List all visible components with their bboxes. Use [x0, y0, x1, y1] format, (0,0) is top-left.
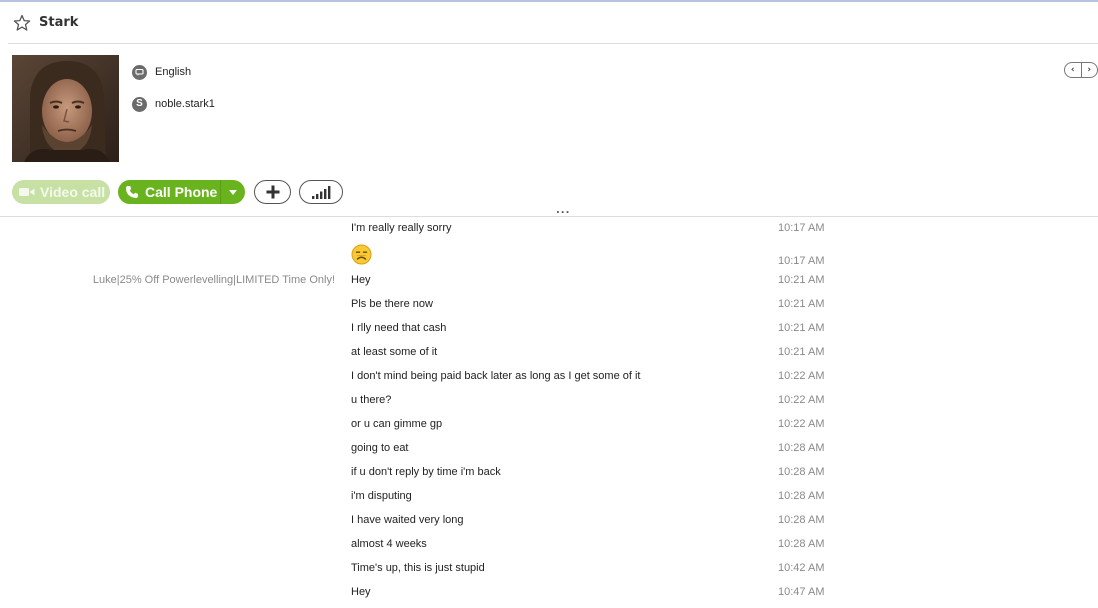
video-call-label: Video call: [40, 184, 106, 200]
message-row: I have waited very long 10:28 AM: [0, 509, 1098, 531]
header-divider: [8, 43, 1098, 44]
call-dropdown-chevron-icon[interactable]: [220, 180, 245, 204]
sad-face-emoji-icon: [351, 244, 372, 265]
skype-username[interactable]: noble.stark1: [155, 98, 215, 110]
message-time: 10:17 AM: [778, 255, 825, 267]
conversation-header: Stark: [0, 2, 1098, 42]
message-time: 10:21 AM: [778, 322, 825, 334]
message-time: 10:28 AM: [778, 514, 825, 526]
profile-nav-arrows: ‹ ›: [1064, 62, 1098, 78]
chat-history: I'm really really sorry 10:17 AM 10:17 A…: [0, 217, 1098, 608]
message-row: at least some of it 10:21 AM: [0, 341, 1098, 363]
message-row: going to eat 10:28 AM: [0, 437, 1098, 459]
message-time: 10:28 AM: [778, 490, 825, 502]
skype-name-row: S noble.stark1: [132, 95, 215, 113]
video-camera-icon: [19, 188, 35, 196]
message-text: I don't mind being paid back later as lo…: [351, 370, 641, 382]
message-text: if u don't reply by time i'm back: [351, 466, 501, 478]
message-time: 10:22 AM: [778, 394, 825, 406]
avatar[interactable]: [12, 55, 119, 162]
call-phone-label: Call Phone: [145, 184, 218, 200]
message-time: 10:47 AM: [778, 586, 825, 598]
message-time: 10:22 AM: [778, 370, 825, 382]
expand-handle[interactable]: ...: [556, 205, 570, 216]
add-button[interactable]: [254, 180, 291, 204]
chevron-right-icon[interactable]: ›: [1082, 63, 1098, 77]
message-text: I have waited very long: [351, 514, 464, 526]
message-sender[interactable]: Luke|25% Off Powerlevelling|LIMITED Time…: [93, 274, 335, 286]
message-time: 10:17 AM: [778, 222, 825, 234]
message-time: 10:22 AM: [778, 418, 825, 430]
skype-logo-icon: S: [132, 96, 147, 112]
message-time: 10:21 AM: [778, 274, 825, 286]
message-text: I'm really really sorry: [351, 222, 452, 234]
message-text: Hey: [351, 586, 371, 598]
message-time: 10:42 AM: [778, 562, 825, 574]
message-row: u there? 10:22 AM: [0, 389, 1098, 411]
signal-bars-icon: [312, 185, 331, 199]
favorite-star-icon[interactable]: [13, 14, 31, 32]
message-text: going to eat: [351, 442, 409, 454]
message-row: almost 4 weeks 10:28 AM: [0, 533, 1098, 555]
message-time: 10:28 AM: [778, 442, 825, 454]
message-text: i'm disputing: [351, 490, 412, 502]
message-row: I rlly need that cash 10:21 AM: [0, 317, 1098, 339]
call-quality-button[interactable]: [299, 180, 343, 204]
language-row: English: [132, 63, 191, 81]
message-row: I'm really really sorry 10:17 AM: [0, 217, 1098, 239]
message-row: I don't mind being paid back later as lo…: [0, 365, 1098, 387]
message-time: 10:28 AM: [778, 538, 825, 550]
message-text: Hey: [351, 274, 371, 286]
message-row: Hey 10:47 AM: [0, 581, 1098, 603]
message-time: 10:21 AM: [778, 346, 825, 358]
call-phone-button[interactable]: Call Phone: [118, 180, 245, 204]
language-label: English: [155, 66, 192, 78]
avatar-photo: [12, 55, 119, 162]
message-text: almost 4 weeks: [351, 538, 427, 550]
message-time: 10:28 AM: [778, 466, 825, 478]
message-row: or u can gimme gp 10:22 AM: [0, 413, 1098, 435]
video-call-button[interactable]: Video call: [12, 180, 110, 204]
message-text: Pls be there now: [351, 298, 433, 310]
message-row: Luke|25% Off Powerlevelling|LIMITED Time…: [0, 269, 1098, 291]
message-text: I rlly need that cash: [351, 322, 447, 334]
speech-bubble-icon: [132, 64, 147, 80]
message-text: u there?: [351, 394, 392, 406]
contact-name: Stark: [39, 15, 79, 30]
message-text: Time's up, this is just stupid: [351, 562, 485, 574]
message-text: at least some of it: [351, 346, 438, 358]
message-time: 10:21 AM: [778, 298, 825, 310]
message-row: i'm disputing 10:28 AM: [0, 485, 1098, 507]
message-row: Pls be there now 10:21 AM: [0, 293, 1098, 315]
plus-icon: [266, 185, 279, 199]
message-text: or u can gimme gp: [351, 418, 443, 430]
phone-icon: [126, 186, 138, 198]
message-row: if u don't reply by time i'm back 10:28 …: [0, 461, 1098, 483]
message-row: Time's up, this is just stupid 10:42 AM: [0, 557, 1098, 579]
chevron-left-icon[interactable]: ‹: [1065, 63, 1082, 77]
